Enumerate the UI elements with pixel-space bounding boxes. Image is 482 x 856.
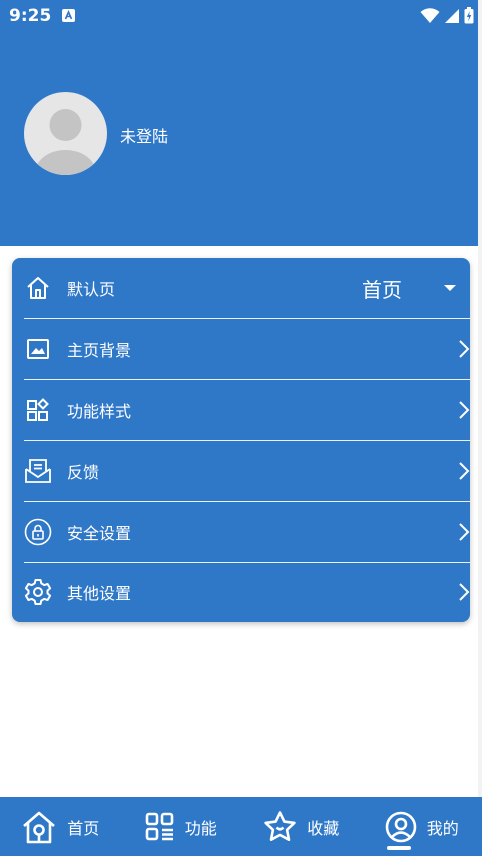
settings-item-feedback[interactable]: 反馈 bbox=[24, 441, 470, 501]
grid-icon bbox=[145, 812, 174, 840]
image-icon bbox=[24, 335, 52, 363]
nav-item-mine[interactable]: 我的 bbox=[362, 797, 482, 856]
nav-item-home[interactable]: 首页 bbox=[0, 797, 121, 856]
nav-label: 首页 bbox=[67, 818, 100, 838]
nav-item-functions[interactable]: 功能 bbox=[121, 797, 242, 856]
dropdown-caret-icon[interactable] bbox=[444, 285, 456, 291]
nav-item-favorites[interactable]: 收藏 bbox=[241, 797, 362, 856]
settings-item-security[interactable]: 安全设置 bbox=[24, 502, 470, 562]
default-page-row[interactable]: 默认页 首页 bbox=[24, 258, 470, 318]
home-icon bbox=[23, 811, 56, 843]
home-icon bbox=[24, 274, 52, 302]
settings-item-label: 安全设置 bbox=[67, 524, 132, 543]
chevron-right-icon bbox=[459, 401, 470, 419]
settings-item-other[interactable]: 其他设置 bbox=[24, 562, 470, 622]
lock-icon bbox=[24, 518, 52, 546]
notification-icon bbox=[62, 9, 75, 22]
widgets-icon bbox=[24, 396, 52, 424]
battery-icon bbox=[464, 7, 474, 24]
settings-item-function-style[interactable]: 功能样式 bbox=[24, 380, 470, 440]
status-bar: 9:25 bbox=[0, 0, 482, 32]
login-status[interactable]: 未登陆 bbox=[120, 123, 168, 147]
avatar[interactable] bbox=[24, 92, 107, 175]
default-page-select[interactable]: 首页 bbox=[362, 274, 402, 303]
chevron-right-icon bbox=[459, 583, 470, 601]
nav-label: 我的 bbox=[426, 818, 459, 838]
wifi-icon bbox=[420, 7, 440, 23]
active-tab-indicator bbox=[387, 846, 411, 850]
settings-item-label: 主页背景 bbox=[67, 341, 132, 360]
settings-item-label: 功能样式 bbox=[67, 402, 132, 421]
star-icon bbox=[264, 810, 296, 841]
edge-strip bbox=[478, 0, 482, 856]
settings-item-home-background[interactable]: 主页背景 bbox=[24, 319, 470, 379]
chevron-right-icon bbox=[459, 340, 470, 358]
profile-header: 9:25 未登陆 bbox=[0, 0, 482, 246]
settings-item-label: 其他设置 bbox=[67, 584, 132, 603]
settings-card: 默认页 首页 主页背景 功能样式 反馈 安全设置 其他设置 bbox=[12, 258, 470, 622]
nav-label: 收藏 bbox=[307, 818, 340, 838]
gear-icon bbox=[24, 578, 52, 606]
settings-item-label: 反馈 bbox=[67, 463, 100, 482]
status-icons bbox=[420, 7, 474, 24]
nav-label: 功能 bbox=[184, 818, 217, 838]
default-avatar-icon bbox=[35, 109, 96, 175]
user-icon bbox=[385, 811, 417, 842]
chevron-right-icon bbox=[459, 523, 470, 541]
chevron-right-icon bbox=[459, 462, 470, 480]
default-page-label: 默认页 bbox=[67, 280, 116, 299]
signal-icon bbox=[445, 8, 459, 23]
mail-icon bbox=[24, 457, 52, 485]
status-time: 9:25 bbox=[9, 6, 52, 26]
